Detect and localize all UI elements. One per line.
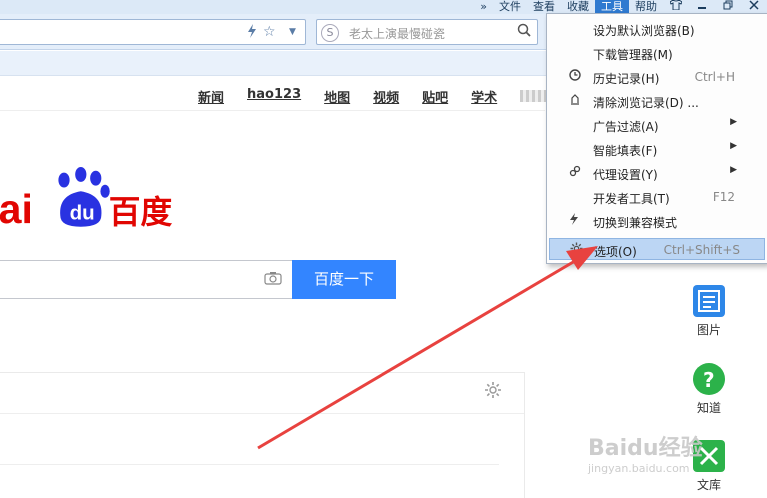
nav-divider — [0, 110, 545, 111]
menu-item-autofill[interactable]: 智能填表(F) ▶ — [549, 138, 765, 160]
watermark: Baidu经验 jingyan.baidu.com — [588, 430, 758, 485]
baidu-top-nav: 新闻 hao123 地图 视频 贴吧 学术 — [198, 87, 561, 106]
logo-text: 百度 — [109, 195, 173, 231]
question-icon: ? — [693, 363, 725, 395]
close-icon[interactable] — [741, 0, 767, 14]
menu-tools[interactable]: 工具 — [595, 0, 629, 14]
watermark-sub: jingyan.baidu.com — [588, 462, 690, 475]
menu-item-ad-filter[interactable]: 广告过滤(A) ▶ — [549, 114, 765, 136]
nav-xueshu[interactable]: 学术 — [471, 87, 497, 106]
search-icon[interactable] — [517, 23, 531, 41]
card-divider — [0, 413, 524, 414]
menu-item-devtools[interactable]: 开发者工具(T) F12 — [549, 186, 765, 208]
baidu-search-input[interactable] — [0, 260, 292, 299]
camera-icon[interactable] — [264, 271, 282, 289]
dropdown-arrow-icon[interactable]: ▼ — [289, 27, 296, 37]
menu-item-options[interactable]: 选项(O) Ctrl+Shift+S — [549, 238, 765, 260]
sidebar-item-zhidao[interactable]: ? 知道 — [676, 363, 742, 416]
sidebar-item-label: 知道 — [696, 401, 721, 415]
tools-dropdown-menu: 设为默认浏览器(B) 下载管理器(M) 历史记录(H) Ctrl+H 清除浏览记… — [546, 13, 767, 264]
search-bar[interactable]: S 老太上演最慢碰瓷 — [316, 19, 538, 45]
logo-prefix: ai — [0, 186, 33, 232]
sidebar-item-images[interactable]: 图片 — [676, 285, 742, 338]
submenu-arrow-icon: ▶ — [730, 165, 737, 175]
menu-item-history[interactable]: 历史记录(H) Ctrl+H — [549, 66, 765, 88]
menu-item-compat-mode[interactable]: 切换到兼容模式 — [549, 210, 765, 232]
nav-hao123[interactable]: hao123 — [247, 87, 301, 106]
restore-icon[interactable] — [715, 0, 741, 14]
minimize-icon[interactable] — [689, 0, 715, 14]
lightning-icon[interactable] — [247, 24, 257, 42]
nav-map[interactable]: 地图 — [324, 87, 350, 106]
menu-file[interactable]: 文件 — [493, 0, 527, 14]
menu-item-set-default[interactable]: 设为默认浏览器(B) — [549, 18, 765, 40]
nav-tieba[interactable]: 贴吧 — [422, 87, 448, 106]
image-icon — [693, 285, 725, 317]
gear-icon — [570, 242, 583, 258]
menu-view[interactable]: 查看 — [527, 0, 561, 14]
feed-card — [0, 372, 525, 498]
menu-chevron[interactable]: » — [474, 0, 493, 14]
menu-bar: » 文件 查看 收藏 工具 帮助 — [474, 0, 767, 14]
submenu-arrow-icon: ▶ — [730, 117, 737, 127]
search-placeholder: 老太上演最慢碰瓷 — [349, 27, 446, 41]
menu-favorites[interactable]: 收藏 — [561, 0, 595, 14]
clock-icon — [569, 69, 581, 84]
card-divider — [0, 464, 499, 465]
shirt-icon[interactable] — [663, 0, 689, 14]
link-icon — [569, 165, 581, 180]
card-gear-icon[interactable] — [484, 381, 502, 404]
menu-help[interactable]: 帮助 — [629, 0, 663, 14]
address-bar[interactable]: ☆ ▼ — [0, 19, 306, 45]
search-engine-icon[interactable]: S — [321, 24, 339, 42]
nav-news[interactable]: 新闻 — [198, 87, 224, 106]
eraser-icon — [569, 93, 581, 108]
star-icon[interactable]: ☆ — [263, 24, 276, 40]
submenu-arrow-icon: ▶ — [730, 141, 737, 151]
watermark-text: Baidu经验 — [588, 436, 703, 461]
baidu-logo: ai du 百度 — [0, 167, 173, 232]
logo-du: du — [70, 201, 95, 224]
lightning-icon — [569, 213, 579, 228]
sidebar-item-label: 图片 — [696, 323, 721, 337]
menu-item-proxy[interactable]: 代理设置(Y) ▶ — [549, 162, 765, 184]
baidu-search-button[interactable]: 百度一下 — [292, 260, 396, 299]
nav-video[interactable]: 视频 — [373, 87, 399, 106]
svg-text:?: ? — [703, 368, 715, 392]
menu-item-download-manager[interactable]: 下载管理器(M) — [549, 42, 765, 64]
menu-item-clear-history[interactable]: 清除浏览记录(D) ... — [549, 90, 765, 112]
